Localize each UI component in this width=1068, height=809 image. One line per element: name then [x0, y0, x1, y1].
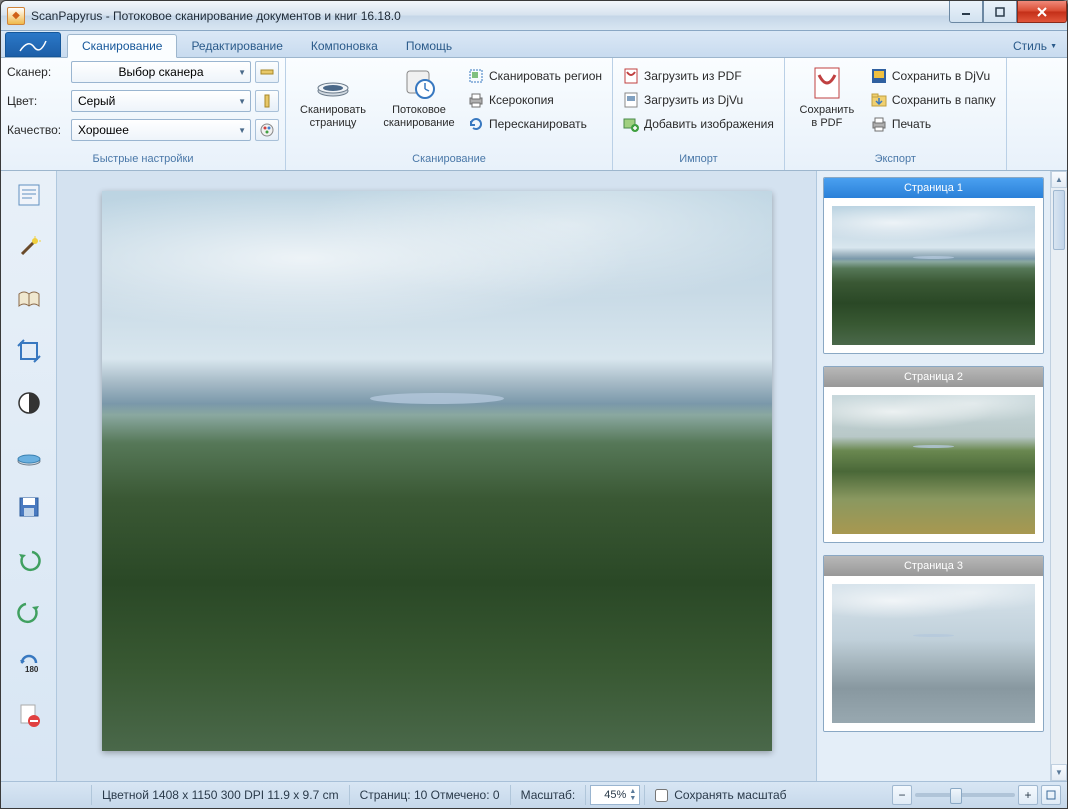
tool-ocr[interactable] [12, 179, 46, 211]
region-icon [468, 68, 484, 84]
thumbnail-panel: Страница 1 Страница 2 Страница 3 [816, 171, 1050, 781]
keep-zoom-label: Сохранять масштаб [674, 788, 786, 802]
tool-rotate-180[interactable]: 180 [12, 647, 46, 679]
import-images-button[interactable]: Добавить изображения [619, 113, 778, 135]
left-toolbar: 180 [1, 171, 57, 781]
tool-contrast[interactable] [12, 387, 46, 419]
zoom-out-button[interactable]: − [892, 785, 912, 805]
ribbon-tabstrip: Сканирование Редактирование Компоновка П… [1, 31, 1067, 58]
page-preview [102, 191, 772, 751]
group-label-import: Импорт [619, 153, 778, 170]
palette-icon[interactable] [255, 119, 279, 141]
refresh-icon [468, 116, 484, 132]
add-image-icon [623, 116, 639, 132]
thumbnail-2-label: Страница 2 [824, 367, 1043, 387]
print-button[interactable]: Печать [867, 113, 1000, 135]
client-area: 180 Страница 1 Страница 2 Страница 3 ▲ [1, 171, 1067, 781]
keep-zoom-checkbox[interactable] [655, 789, 668, 802]
zoom-in-button[interactable]: + [1018, 785, 1038, 805]
import-djvu-button[interactable]: Загрузить из DjVu [619, 89, 778, 111]
color-select[interactable]: Серый▼ [71, 90, 251, 112]
tab-layout[interactable]: Компоновка [297, 35, 392, 57]
tool-book[interactable] [12, 283, 46, 315]
ruler-v-icon[interactable] [255, 90, 279, 112]
quality-label: Качество: [7, 123, 67, 137]
print-icon [871, 116, 887, 132]
tool-scan-small[interactable] [12, 439, 46, 471]
tool-wand[interactable] [12, 231, 46, 263]
scanner-icon [315, 65, 351, 101]
tool-crop[interactable] [12, 335, 46, 367]
app-menu-button[interactable] [5, 32, 61, 57]
thumbnail-3[interactable]: Страница 3 [823, 555, 1044, 732]
thumbnail-1-label: Страница 1 [824, 178, 1043, 198]
zoom-combo[interactable]: 45%▲▼ [590, 785, 640, 805]
group-label-export: Экспорт [791, 153, 1000, 170]
tool-delete-page[interactable] [12, 699, 46, 731]
tool-save[interactable] [12, 491, 46, 523]
group-quick-settings: Сканер: Выбор сканера▼ Цвет: Серый▼ Каче… [1, 58, 286, 170]
rescan-button[interactable]: Пересканировать [464, 113, 606, 135]
preview-image [102, 191, 772, 751]
scan-region-button[interactable]: Сканировать регион [464, 65, 606, 87]
pdf-big-icon [809, 65, 845, 101]
group-import: Загрузить из PDF Загрузить из DjVu Добав… [613, 58, 785, 170]
canvas-area[interactable] [57, 171, 816, 781]
group-scanning: Сканироватьстраницу Потоковоесканировани… [286, 58, 613, 170]
group-label-scan: Сканирование [292, 153, 606, 170]
thumbnail-2[interactable]: Страница 2 [823, 366, 1044, 543]
tab-help[interactable]: Помощь [392, 35, 466, 57]
zoom-slider[interactable] [915, 793, 1015, 797]
pdf-icon [623, 68, 639, 84]
scroll-down-icon[interactable]: ▼ [1051, 764, 1067, 781]
save-folder-button[interactable]: Сохранить в папку [867, 89, 1000, 111]
tool-rotate-left[interactable] [12, 543, 46, 575]
group-export: Сохранитьв PDF Сохранить в DjVu Сохранит… [785, 58, 1007, 170]
scroll-up-icon[interactable]: ▲ [1051, 171, 1067, 188]
thumbnail-1[interactable]: Страница 1 [823, 177, 1044, 354]
tab-scan[interactable]: Сканирование [67, 34, 177, 58]
zoom-controls: − + [892, 785, 1067, 805]
save-djvu-button[interactable]: Сохранить в DjVu [867, 65, 1000, 87]
photocopy-button[interactable]: Ксерокопия [464, 89, 606, 111]
scanner-select[interactable]: Выбор сканера▼ [71, 61, 251, 83]
folder-save-icon [871, 92, 887, 108]
scanner-label: Сканер: [7, 65, 67, 79]
scroll-thumb[interactable] [1053, 190, 1065, 250]
status-page-count: Страниц: 10 Отмечено: 0 [349, 785, 510, 805]
minimize-button[interactable] [949, 1, 983, 23]
tab-edit[interactable]: Редактирование [177, 35, 296, 57]
window-title: ScanPapyrus - Потоковое сканирование док… [31, 9, 945, 23]
djvu-icon [623, 92, 639, 108]
batch-scan-button[interactable]: Потоковоесканирование [378, 61, 460, 134]
vertical-scrollbar[interactable]: ▲ ▼ [1050, 171, 1067, 781]
style-menu[interactable]: Стиль▼ [1003, 35, 1067, 57]
import-pdf-button[interactable]: Загрузить из PDF [619, 65, 778, 87]
save-pdf-button[interactable]: Сохранитьв PDF [791, 61, 863, 134]
maximize-button[interactable] [983, 1, 1017, 23]
scan-page-button[interactable]: Сканироватьстраницу [292, 61, 374, 134]
svg-text:180: 180 [25, 665, 39, 674]
group-label-settings: Быстрые настройки [7, 153, 279, 170]
ribbon: Сканер: Выбор сканера▼ Цвет: Серый▼ Каче… [1, 58, 1067, 171]
status-zoom-label: Масштаб: [510, 785, 586, 805]
djvu-save-icon [871, 68, 887, 84]
quality-select[interactable]: Хорошее▼ [71, 119, 251, 141]
tool-rotate-right[interactable] [12, 595, 46, 627]
close-button[interactable] [1017, 1, 1067, 23]
clock-scan-icon [401, 65, 437, 101]
titlebar: ◆ ScanPapyrus - Потоковое сканирование д… [1, 1, 1067, 31]
app-icon: ◆ [7, 7, 25, 25]
status-image-info: Цветной 1408 x 1150 300 DPI 11.9 x 9.7 c… [91, 785, 349, 805]
color-label: Цвет: [7, 94, 67, 108]
zoom-fit-button[interactable] [1041, 785, 1061, 805]
status-bar: Цветной 1408 x 1150 300 DPI 11.9 x 9.7 c… [1, 781, 1067, 808]
ruler-h-icon[interactable] [255, 61, 279, 83]
thumbnail-3-label: Страница 3 [824, 556, 1043, 576]
printer-icon [468, 92, 484, 108]
app-window: ◆ ScanPapyrus - Потоковое сканирование д… [0, 0, 1068, 809]
